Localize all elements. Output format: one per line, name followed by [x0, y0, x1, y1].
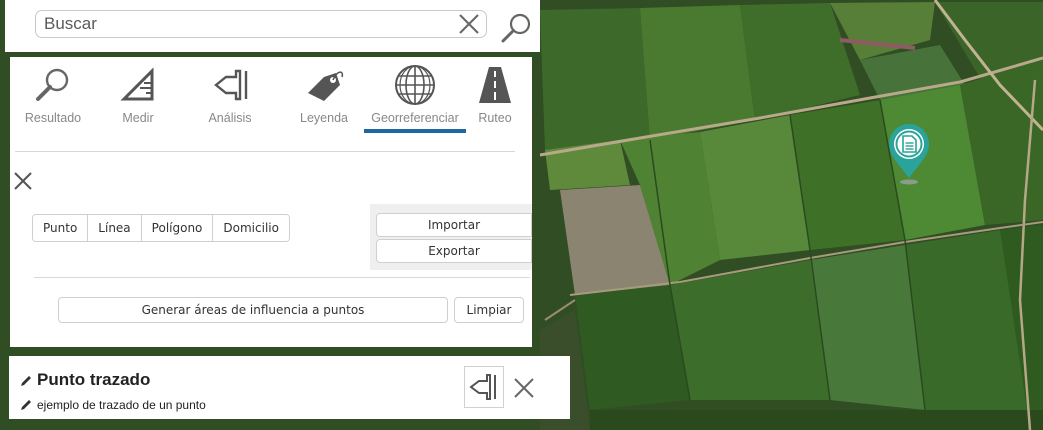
feature-title: Punto trazado: [37, 370, 151, 389]
tab-medir[interactable]: Medir: [108, 57, 168, 142]
tab-analisis[interactable]: Análisis: [195, 57, 265, 142]
divider: [34, 277, 530, 278]
export-button[interactable]: Exportar: [376, 239, 532, 263]
search-input[interactable]: [35, 10, 487, 38]
tools-panel: Resultado Medir Análisis Leyenda Georref…: [10, 57, 532, 347]
close-panel-icon[interactable]: [11, 169, 37, 195]
globe-icon: [393, 63, 437, 107]
feature-description: ejemplo de trazado de un punto: [37, 398, 206, 412]
punto-button[interactable]: Punto: [33, 215, 89, 241]
drawn-feature-info: Punto trazado ejemplo de trazado de un p…: [9, 356, 570, 419]
domicilio-button[interactable]: Domicilio: [213, 215, 289, 241]
search-bar: [5, 0, 540, 52]
geometry-type-selector: Punto Línea Polígono Domicilio: [32, 214, 290, 242]
road-icon: [473, 63, 517, 107]
tab-georreferenciar[interactable]: Georreferenciar: [362, 57, 468, 142]
search-icon[interactable]: [498, 10, 534, 46]
analysis-tool-icon[interactable]: [464, 366, 504, 408]
magnifier-icon: [31, 63, 75, 107]
linea-button[interactable]: Línea: [88, 215, 142, 241]
ruler-triangle-icon: [116, 63, 160, 107]
tab-resultado[interactable]: Resultado: [14, 57, 92, 142]
tag-icon: [302, 63, 346, 107]
tab-label: Medir: [122, 111, 154, 125]
import-button[interactable]: Importar: [376, 213, 532, 237]
generate-buffer-button[interactable]: Generar áreas de influencia a puntos: [58, 297, 448, 323]
clear-search-icon[interactable]: [457, 12, 481, 36]
map-marker-document-icon[interactable]: [885, 120, 933, 186]
pencil-icon: [19, 397, 33, 411]
tab-leyenda[interactable]: Leyenda: [291, 57, 357, 142]
poligono-button[interactable]: Polígono: [141, 215, 214, 241]
tab-label: Leyenda: [300, 111, 348, 125]
divider: [15, 151, 515, 152]
tab-label: Georreferenciar: [371, 111, 459, 125]
pencil-icon: [19, 373, 33, 387]
tab-label: Análisis: [208, 111, 252, 125]
analysis-tool-icon: [208, 63, 252, 107]
clear-button[interactable]: Limpiar: [454, 297, 524, 323]
close-icon[interactable]: [512, 376, 536, 400]
active-tab-indicator: [364, 129, 466, 133]
tab-ruteo[interactable]: Ruteo: [470, 57, 520, 142]
tab-label: Resultado: [24, 111, 82, 125]
tab-label: Ruteo: [478, 111, 512, 125]
